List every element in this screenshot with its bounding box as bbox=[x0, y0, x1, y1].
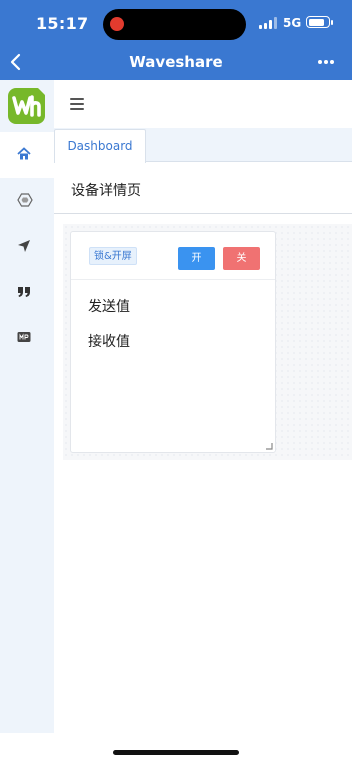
hamburger-menu-icon[interactable] bbox=[70, 98, 84, 110]
sidebar-item-location[interactable] bbox=[0, 224, 54, 270]
device-card: 锁&开屏 开 关 发送值 接收值 bbox=[70, 231, 276, 453]
device-tag: 锁&开屏 bbox=[89, 247, 137, 265]
on-button[interactable]: 开 bbox=[178, 247, 215, 270]
waveshare-logo bbox=[8, 88, 45, 124]
divider bbox=[54, 213, 352, 214]
tab-strip: Dashboard bbox=[54, 128, 352, 163]
battery-icon bbox=[306, 16, 333, 28]
location-arrow-icon bbox=[18, 240, 30, 252]
receive-value-label: 接收值 bbox=[88, 334, 130, 350]
hexagon-icon bbox=[17, 193, 33, 207]
dynamic-island bbox=[103, 9, 246, 40]
sidebar-item-mp[interactable] bbox=[0, 316, 54, 362]
nav-title: Waveshare bbox=[129, 53, 223, 71]
status-bar: 15:17 5G bbox=[0, 0, 352, 44]
off-button[interactable]: 关 bbox=[223, 247, 260, 270]
sidebar bbox=[0, 80, 54, 733]
sidebar-item-hexagon[interactable] bbox=[0, 178, 54, 224]
status-time: 15:17 bbox=[36, 14, 89, 33]
recording-indicator-icon bbox=[110, 17, 124, 31]
top-bar bbox=[54, 80, 352, 128]
send-value-label: 发送值 bbox=[88, 299, 130, 315]
network-type: 5G bbox=[283, 16, 302, 30]
card-divider bbox=[71, 279, 275, 280]
resize-handle-icon[interactable] bbox=[266, 443, 273, 450]
page-title: 设备详情页 bbox=[71, 183, 141, 199]
mp-icon bbox=[17, 332, 31, 342]
sidebar-item-quote[interactable] bbox=[0, 270, 54, 316]
sidebar-item-home[interactable] bbox=[0, 132, 54, 178]
cellular-signal-icon bbox=[259, 17, 279, 29]
battery-level bbox=[308, 18, 324, 26]
tab-dashboard[interactable]: Dashboard bbox=[54, 129, 146, 163]
home-icon bbox=[17, 147, 31, 160]
home-indicator bbox=[113, 750, 239, 755]
quote-icon bbox=[18, 287, 30, 297]
navigation-bar: Waveshare bbox=[0, 44, 352, 80]
app-screen: 15:17 5G Waveshare Dashboard 设备详情页 锁&开屏 … bbox=[0, 0, 352, 762]
more-dots-icon[interactable] bbox=[312, 52, 340, 72]
